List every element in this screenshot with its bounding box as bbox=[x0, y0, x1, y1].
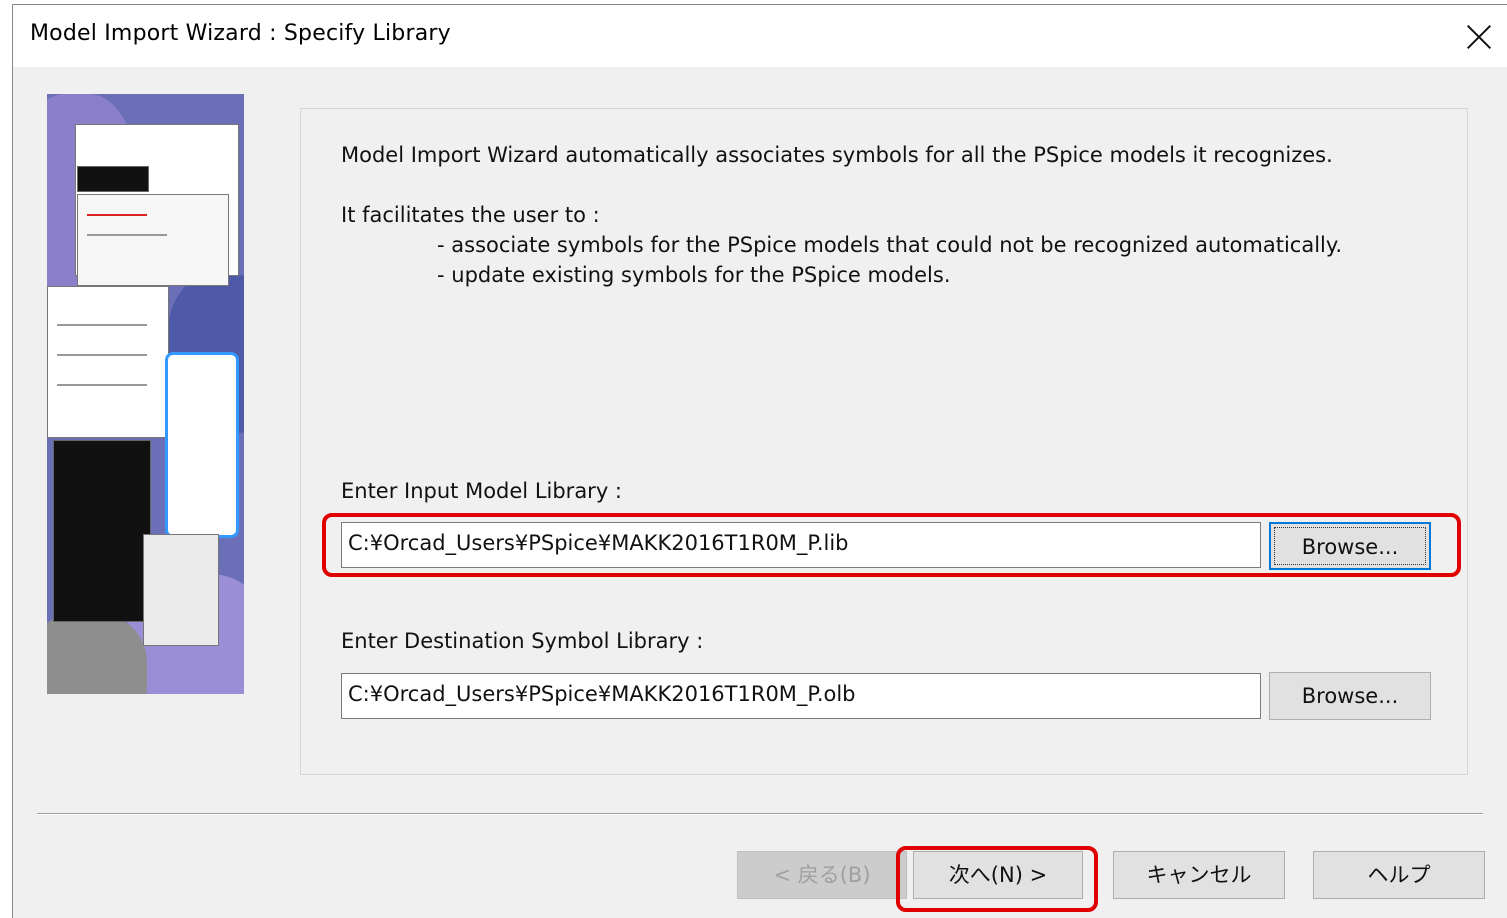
title-bar: Model Import Wizard : Specify Library bbox=[13, 5, 1507, 67]
intro-bullet-update: - update existing symbols for the PSpice… bbox=[437, 263, 951, 287]
help-button[interactable]: ヘルプ bbox=[1313, 851, 1485, 899]
destination-browse-button[interactable]: Browse... bbox=[1269, 672, 1431, 720]
intro-line: Model Import Wizard automatically associ… bbox=[341, 143, 1333, 167]
back-button[interactable]: < 戻る(B) bbox=[737, 851, 907, 899]
window-title: Model Import Wizard : Specify Library bbox=[30, 21, 451, 46]
wizard-dialog: Model Import Wizard : Specify Library Mo… bbox=[12, 4, 1507, 918]
intro-subtitle: It facilitates the user to : bbox=[341, 203, 600, 227]
input-library-label: Enter Input Model Library : bbox=[341, 479, 622, 503]
input-library-highlight bbox=[322, 513, 1461, 577]
next-button-highlight bbox=[896, 846, 1098, 912]
intro-bullet-associate: - associate symbols for the PSpice model… bbox=[437, 233, 1342, 257]
cancel-button[interactable]: キャンセル bbox=[1113, 851, 1285, 899]
destination-library-field[interactable]: C:¥Orcad_Users¥PSpice¥MAKK2016T1R0M_P.ol… bbox=[341, 673, 1261, 719]
wizard-illustration bbox=[47, 94, 244, 694]
destination-library-label: Enter Destination Symbol Library : bbox=[341, 629, 704, 653]
close-icon[interactable] bbox=[1461, 19, 1497, 55]
footer-separator-highlight bbox=[37, 814, 1483, 815]
